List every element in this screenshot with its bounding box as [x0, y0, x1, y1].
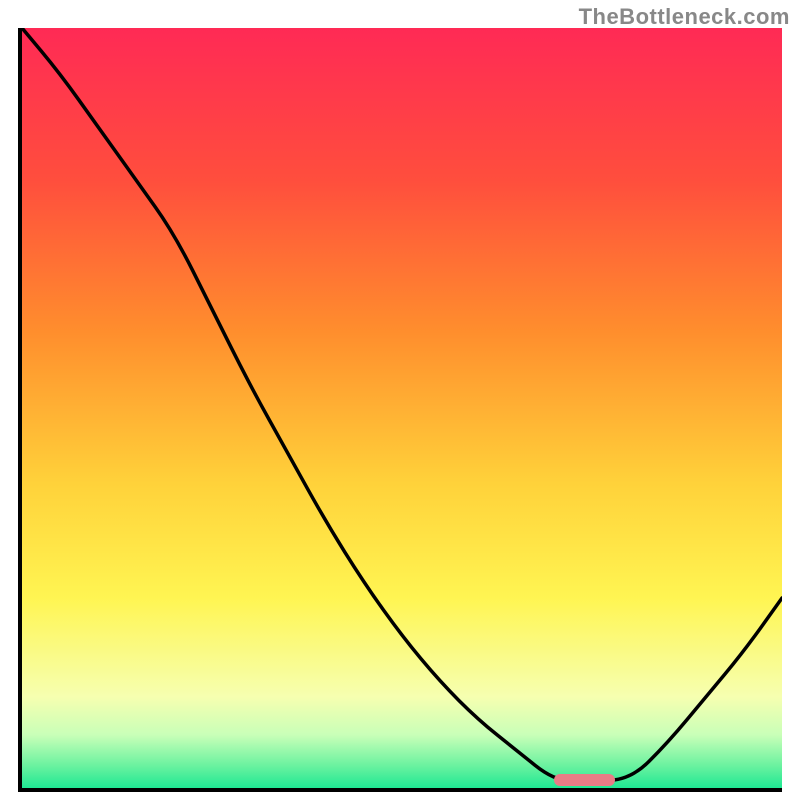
bottleneck-curve [22, 28, 782, 788]
attribution-label: TheBottleneck.com [579, 4, 790, 30]
flat-region-marker [554, 774, 615, 786]
